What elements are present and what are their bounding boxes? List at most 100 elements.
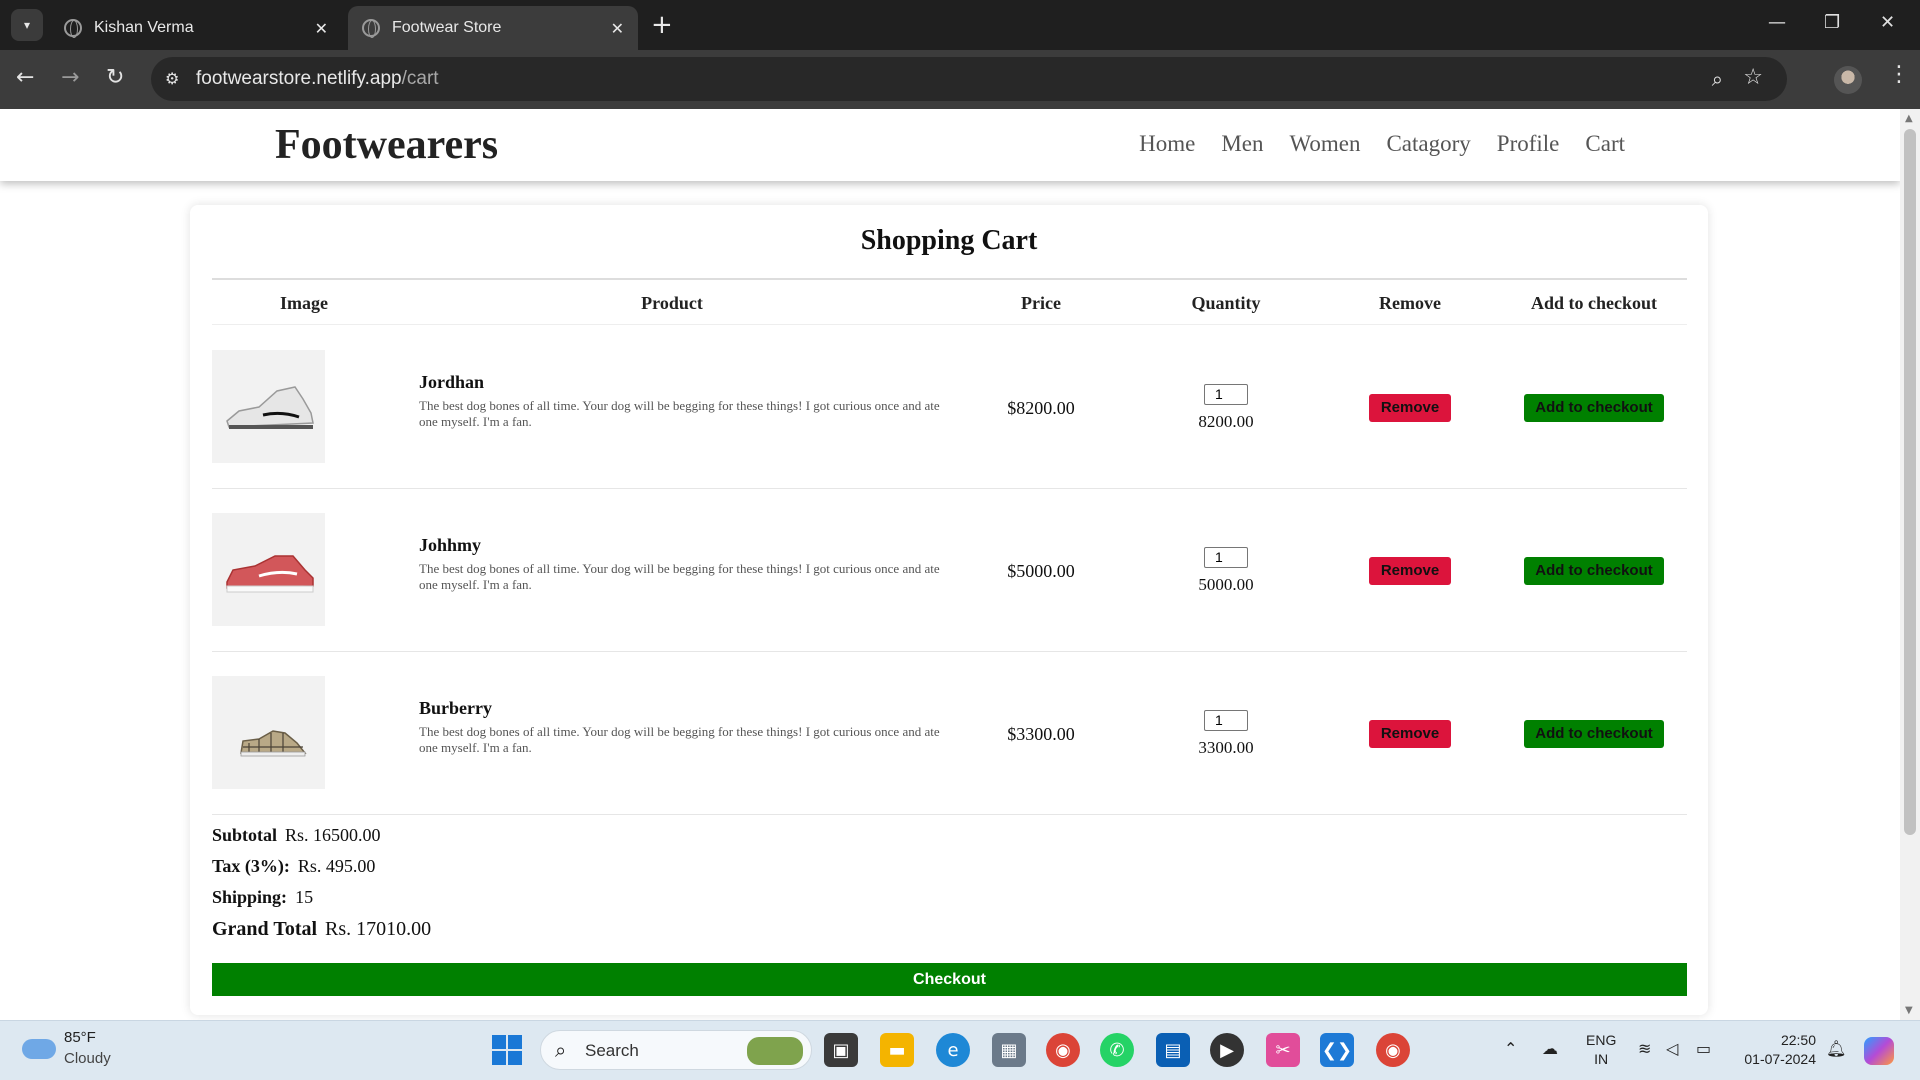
bookmark-star-icon[interactable]: ☆ [1743,65,1763,90]
nav-category[interactable]: Catagory [1386,131,1470,157]
cloud-icon[interactable] [22,1039,56,1059]
reload-icon[interactable]: ↻ [106,66,124,90]
remove-button[interactable]: Remove [1369,394,1451,422]
grand-total-line: Grand Total Rs. 17010.00 [212,918,431,941]
line-total: 8200.00 [1198,412,1254,431]
product-name: Jordhan [419,372,485,392]
chrome-icon[interactable]: ◉ [1046,1033,1080,1067]
chrome-active-icon[interactable]: ◉ [1376,1033,1410,1067]
file-explorer-icon[interactable]: ▬ [880,1033,914,1067]
page-scrollbar[interactable]: ▲ ▼ [1900,109,1920,1020]
remove-button[interactable]: Remove [1369,557,1451,585]
product-price: $8200.00 [1007,398,1075,418]
add-to-checkout-button[interactable]: Add to checkout [1524,720,1664,748]
main-nav: Home Men Women Catagory Profile Cart [1139,131,1625,157]
task-view-icon[interactable]: ▣ [824,1033,858,1067]
product-image [212,350,325,463]
onedrive-cloud-icon[interactable]: ☁ [1542,1039,1558,1058]
taskbar-search[interactable]: ⌕ Search [540,1030,812,1070]
shopping-cart-card: Shopping Cart Image Product Price Quanti… [190,205,1708,1015]
store-icon[interactable]: ▤ [1156,1033,1190,1067]
page-title: Shopping Cart [860,225,1038,256]
column-header-quantity: Quantity [1191,293,1261,313]
remove-button[interactable]: Remove [1369,720,1451,748]
site-logo[interactable]: Footwearers [275,121,498,169]
column-header-add-to-checkout: Add to checkout [1530,293,1658,313]
vscode-icon[interactable]: ❮❯ [1320,1033,1354,1067]
tab-title: Footwear Store [392,19,502,36]
language-code: ENG [1586,1032,1617,1048]
weather-condition[interactable]: Cloudy [64,1050,111,1067]
product-image [212,676,325,789]
url-bar[interactable]: ⚙ footwearstore.netlify.app/cart ⌕ ☆ [151,57,1787,101]
subtotal-value: Rs. 16500.00 [285,825,381,845]
new-tab-button[interactable]: + [651,10,673,40]
nav-women[interactable]: Women [1290,131,1361,157]
address-bar-row: ← → ↻ ⚙ footwearstore.netlify.app/cart ⌕… [0,50,1920,109]
product-description: The best dog bones of all time. Your dog… [419,398,940,429]
profile-avatar[interactable] [1834,66,1862,94]
search-placeholder: Search [585,1041,639,1060]
close-window-icon[interactable]: ✕ [1880,12,1895,33]
checkout-button[interactable]: Checkout [212,963,1687,996]
clock-time: 22:50 [1780,1032,1816,1048]
nav-men[interactable]: Men [1221,131,1263,157]
add-to-checkout-button[interactable]: Add to checkout [1524,394,1664,422]
quantity-input[interactable]: 1 [1204,547,1248,568]
nav-home[interactable]: Home [1139,131,1195,157]
cart-row: Johhmy The best dog bones of all time. Y… [212,489,1687,652]
os-taskbar: 85°F Cloudy ⌕ Search ▣ ▬ e ▦ ◉ ✆ ▤ ▶ ✂ ❮… [0,1020,1920,1080]
line-total: 3300.00 [1198,738,1254,757]
cart-row: Burberry The best dog bones of all time.… [212,652,1687,815]
wifi-icon[interactable]: ≋ [1638,1039,1651,1058]
tab-footwear-store[interactable]: Footwear Store ✕ [348,6,638,50]
browser-menu-icon[interactable]: ⋮ [1888,62,1910,87]
minimize-icon[interactable]: — [1768,12,1786,33]
nav-cart[interactable]: Cart [1585,131,1625,157]
white-sneaker-icon [225,385,314,429]
product-name: Burberry [419,698,492,718]
url-text[interactable]: footwearstore.netlify.app/cart [196,68,439,90]
scrollbar-thumb[interactable] [1904,129,1916,835]
quantity-input[interactable]: 1 [1204,384,1248,405]
snipping-tool-icon[interactable]: ✂ [1266,1033,1300,1067]
close-tab-icon[interactable]: ✕ [315,19,328,38]
system-clock[interactable]: 22:50 01-07-2024 [1736,1031,1816,1069]
nav-profile[interactable]: Profile [1497,131,1560,157]
forward-arrow-icon[interactable]: → [61,66,79,90]
close-tab-icon[interactable]: ✕ [611,19,624,38]
column-header-price: Price [1021,293,1061,313]
plaid-sneaker-icon [239,729,307,756]
shipping-label: Shipping: [212,887,288,907]
region-code: IN [1594,1051,1609,1067]
browser-tab-strip: ▾ Kishan Verma ✕ Footwear Store ✕ + — ❐ … [0,0,1920,50]
tab-kishan-verma[interactable]: Kishan Verma ✕ [50,6,342,50]
line-total: 5000.00 [1198,575,1254,594]
language-indicator[interactable]: ENG IN [1586,1031,1616,1069]
scroll-up-arrow-icon[interactable]: ▲ [1905,113,1913,124]
show-hidden-icons-chevron-icon[interactable]: ⌃ [1504,1039,1517,1058]
battery-icon[interactable]: ▭ [1696,1039,1711,1058]
site-settings-icon[interactable]: ⚙ [165,69,179,88]
quantity-input[interactable]: 1 [1204,710,1248,731]
media-player-icon[interactable]: ▶ [1210,1033,1244,1067]
zoom-icon[interactable]: ⌕ [1712,67,1723,91]
product-price: $3300.00 [1007,724,1075,744]
product-price: $5000.00 [1007,561,1075,581]
search-highlight-image [747,1037,803,1065]
restore-icon[interactable]: ❐ [1824,12,1840,33]
scroll-down-arrow-icon[interactable]: ▼ [1905,1005,1913,1016]
order-summary: Subtotal Rs. 16500.00 Tax (3%): Rs. 495.00… [212,825,431,951]
add-to-checkout-button[interactable]: Add to checkout [1524,557,1664,585]
volume-icon[interactable]: ◁ [1666,1039,1678,1058]
notification-bell-icon[interactable]: 🔔︎ [1826,1039,1846,1058]
back-arrow-icon[interactable]: ← [16,66,34,90]
calculator-icon[interactable]: ▦ [992,1033,1026,1067]
product-name: Johhmy [419,535,482,555]
whatsapp-icon[interactable]: ✆ [1100,1033,1134,1067]
windows-start-icon[interactable] [492,1035,522,1065]
weather-temperature[interactable]: 85°F [64,1029,96,1046]
tab-search-menu-button[interactable]: ▾ [11,9,43,41]
copilot-icon[interactable] [1864,1037,1894,1065]
edge-browser-icon[interactable]: e [936,1033,970,1067]
